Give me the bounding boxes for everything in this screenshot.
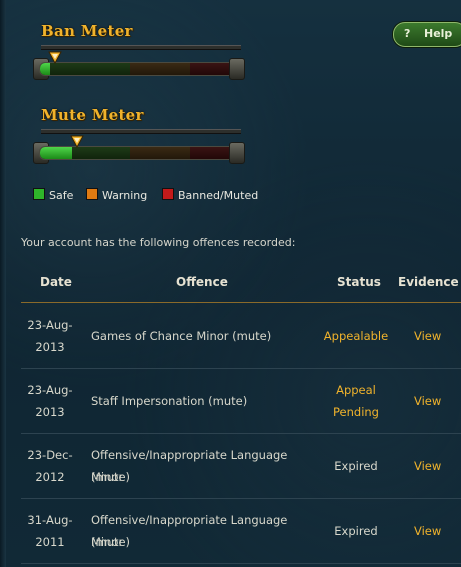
mute-meter-track (39, 146, 239, 160)
row-date-line2: 2011 (35, 535, 65, 549)
ban-meter (33, 51, 245, 81)
row-date-line1: 23-Aug- (27, 383, 73, 397)
question-mark-icon: ? (404, 27, 411, 40)
row-offence-line2: (mute) (91, 470, 131, 484)
mute-meter-underline (41, 129, 241, 134)
column-header-evidence: Evidence (398, 275, 459, 289)
left-frame-border (0, 0, 6, 567)
view-evidence-link[interactable]: View (414, 520, 441, 542)
row-date-line1: 23-Dec- (27, 448, 73, 462)
ban-meter-pointer-icon (48, 51, 62, 65)
safe-swatch-icon (33, 188, 45, 200)
row-divider (21, 498, 461, 499)
help-button-label: Help (424, 27, 453, 40)
row-status-appealable[interactable]: Appealable (320, 325, 392, 347)
row-date-line2: 2013 (35, 405, 65, 419)
row-date-line2: 2013 (35, 340, 65, 354)
meter-right-cap (229, 142, 245, 164)
column-header-offence: Offence (176, 275, 228, 289)
row-date-line2: 2012 (35, 470, 65, 484)
warning-swatch-icon (86, 188, 98, 200)
table-header-divider (21, 302, 461, 303)
mute-meter-title: Mute Meter (41, 106, 144, 124)
legend-label: Safe (49, 189, 74, 202)
meter-right-cap (229, 58, 245, 80)
help-button[interactable]: ? Help (393, 22, 461, 47)
row-status: Expired (334, 459, 378, 473)
row-divider (21, 563, 461, 564)
mute-meter-fill (40, 147, 72, 159)
row-date-line1: 23-Aug- (27, 318, 73, 332)
column-header-date: Date (40, 275, 72, 289)
row-status: Expired (334, 524, 378, 538)
row-date-line1: 31-Aug- (27, 513, 73, 527)
row-status-line1: Appeal (336, 383, 376, 397)
view-evidence-link[interactable]: View (414, 455, 441, 477)
legend-safe: Safe (33, 188, 73, 202)
row-status-line2: Pending (333, 405, 379, 419)
mute-meter (33, 135, 245, 165)
row-offence-line2: (mute) (91, 535, 131, 549)
legend-banned-muted: Banned/Muted (162, 188, 258, 202)
legend-label: Banned/Muted (178, 189, 259, 202)
row-divider (21, 433, 461, 434)
offences-intro-text: Your account has the following offences … (21, 236, 296, 249)
view-evidence-link[interactable]: View (414, 390, 441, 412)
ban-meter-title: Ban Meter (41, 22, 133, 40)
banned-swatch-icon (162, 188, 174, 200)
legend-label: Warning (102, 189, 148, 202)
row-offence: Games of Chance Minor (mute) (91, 329, 272, 343)
ban-meter-underline (41, 45, 241, 50)
ban-meter-track (39, 62, 239, 76)
mute-meter-pointer-icon (70, 135, 84, 149)
view-evidence-link[interactable]: View (414, 325, 441, 347)
column-header-status: Status (337, 275, 381, 289)
legend-warning: Warning (86, 188, 147, 202)
warning-zone (130, 147, 190, 159)
row-offence: Staff Impersonation (mute) (91, 394, 248, 408)
warning-zone (130, 63, 190, 75)
row-divider (21, 368, 461, 369)
